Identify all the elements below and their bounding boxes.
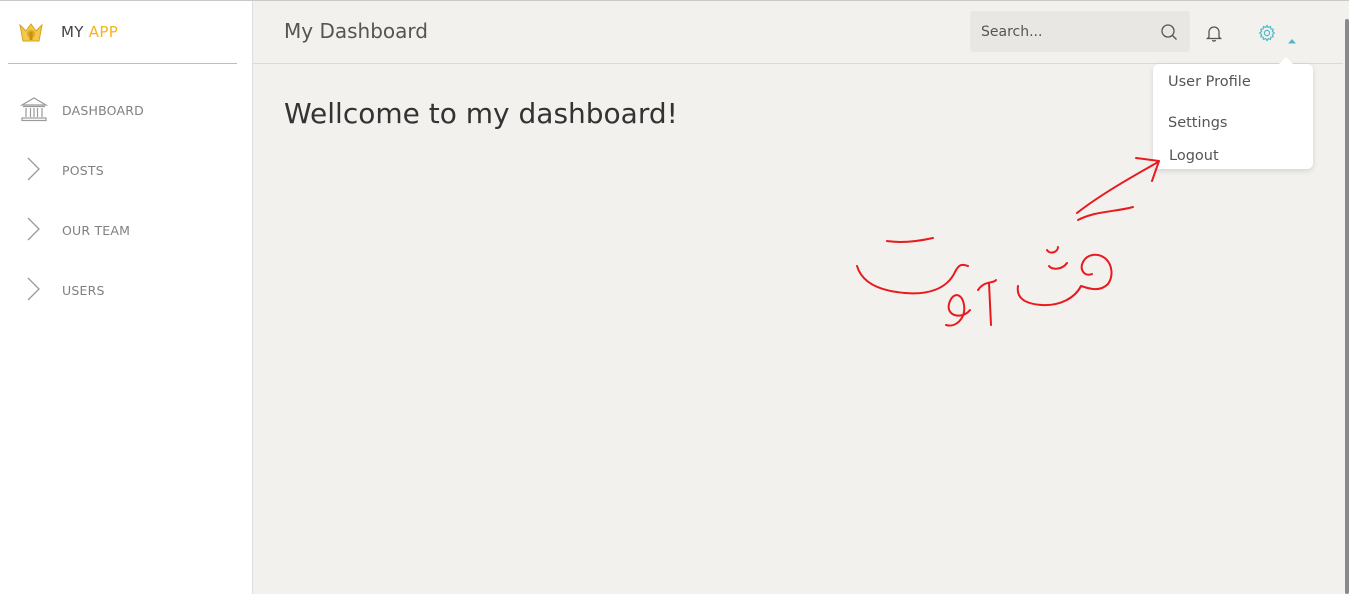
app-name: MY APP: [61, 23, 118, 41]
search-icon[interactable]: [1160, 23, 1178, 41]
sidebar-item-label: OUR TEAM: [62, 223, 131, 238]
sidebar-item-our-team[interactable]: OUR TEAM: [0, 210, 252, 250]
sidebar-item-dashboard[interactable]: DASHBOARD: [0, 90, 252, 130]
sidebar-item-label: POSTS: [62, 163, 104, 178]
sidebar-item-posts[interactable]: POSTS: [0, 150, 252, 190]
welcome-heading: Wellcome to my dashboard!: [284, 97, 678, 130]
bell-icon[interactable]: [1204, 23, 1224, 43]
app-name-accent: APP: [88, 23, 119, 41]
app-logo-icon: [17, 19, 45, 47]
menu-item-settings[interactable]: Settings: [1168, 115, 1227, 131]
chevron-right-icon: [19, 214, 49, 244]
app-name-prefix: MY: [61, 23, 84, 41]
search-box: [970, 11, 1190, 52]
sidebar: MY APP DASHBOARD POSTS OUR TEAM USERS: [0, 1, 253, 594]
brand-divider: [8, 63, 237, 64]
user-menu-dropdown: User Profile Settings Logout: [1153, 57, 1313, 169]
scrollbar-thumb[interactable]: [1345, 19, 1349, 594]
sidebar-item-label: DASHBOARD: [62, 103, 144, 118]
menu-item-logout[interactable]: Logout: [1169, 148, 1219, 164]
sidebar-item-users[interactable]: USERS: [0, 270, 252, 310]
sidebar-item-label: USERS: [62, 283, 105, 298]
vertical-scrollbar[interactable]: [1343, 1, 1349, 594]
chevron-right-icon: [19, 154, 49, 184]
search-input[interactable]: [970, 11, 1161, 52]
menu-item-user-profile[interactable]: User Profile: [1168, 74, 1251, 90]
caret-up-icon[interactable]: [1287, 29, 1297, 44]
main-content: My Dashboard Wellcome to my da: [253, 1, 1343, 594]
header: My Dashboard: [253, 1, 1343, 64]
page-title: My Dashboard: [284, 19, 428, 43]
chevron-right-icon: [19, 274, 49, 304]
bank-icon: [19, 94, 49, 124]
brand[interactable]: MY APP: [0, 1, 252, 63]
gear-icon[interactable]: [1258, 24, 1276, 42]
